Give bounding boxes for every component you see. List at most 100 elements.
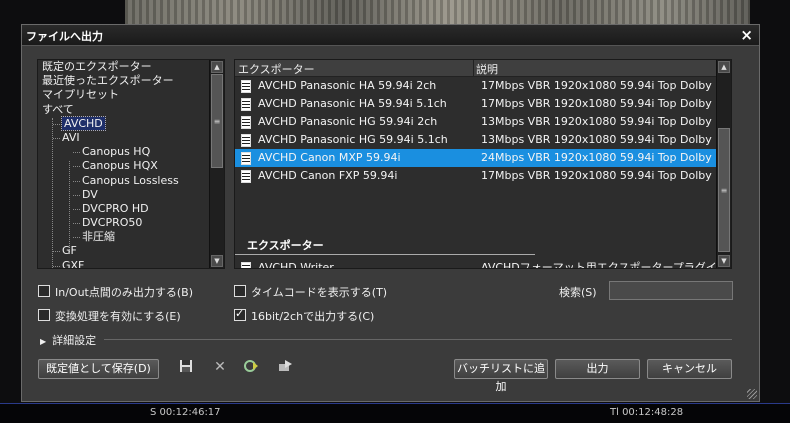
preset-row[interactable]: AVCHD Canon FXP 59.94i 17Mbps VBR 1920x10… (235, 167, 726, 185)
tree-item-label: AVCHD (61, 115, 106, 131)
export-button[interactable]: 出力 (555, 359, 640, 379)
list-scrollbar[interactable]: ▲ ≡ ▼ (716, 60, 731, 268)
preset-row[interactable]: AVCHD Canon MXP 59.94i 24Mbps VBR 1920x10… (235, 149, 726, 167)
tree-connector (53, 265, 60, 267)
delete-icon[interactable]: ✕ (212, 359, 228, 375)
tree-connector (73, 152, 80, 154)
checkbox-box[interactable] (38, 285, 50, 297)
preset-row[interactable]: AVCHD Panasonic HA 59.94i 5.1ch 17Mbps VB… (235, 95, 726, 113)
film-strip-icon (241, 170, 251, 183)
background-timeline-strip: S 00:12:46:17 Tl 00:12:48:28 (0, 403, 790, 423)
tree-item[interactable]: AVI (42, 131, 210, 145)
background-video-frame (125, 0, 750, 24)
tree-connector (73, 208, 80, 210)
preset-row[interactable]: AVCHD Panasonic HG 59.94i 5.1ch 13Mbps VB… (235, 131, 726, 149)
tree-items: 既定のエクスポーター 最近使ったエクスポーター マイプリセット すべて AVCHD AVI… (42, 60, 210, 268)
show-timecode-label: タイムコードを表示する(T) (251, 286, 388, 299)
save-as-default-button[interactable]: 既定値として保存(D) (38, 359, 159, 379)
background-timecode-right: Tl 00:12:48:28 (610, 407, 684, 418)
enable-conversion-checkbox[interactable]: 変換処理を有効にする(E) (38, 308, 181, 324)
export-preset-icon[interactable] (277, 359, 293, 375)
section-divider (235, 254, 535, 255)
checkbox-box[interactable] (38, 309, 50, 321)
scroll-up-icon[interactable]: ▲ (211, 61, 223, 73)
tree-connector (53, 251, 60, 253)
tree-item-label: 非圧縮 (82, 230, 115, 244)
exporter-name: AVCHD Writer (258, 261, 334, 269)
preset-name: AVCHD Canon FXP 59.94i (258, 169, 398, 182)
preset-name: AVCHD Panasonic HG 59.94i 5.1ch (258, 133, 448, 146)
scroll-down-icon[interactable]: ▼ (211, 255, 223, 267)
preset-description: 17Mbps VBR 1920x1080 59.94i Top Dolby ..… (481, 169, 726, 182)
tree-item[interactable]: GXF (42, 259, 210, 268)
close-icon[interactable]: × (740, 26, 753, 44)
background-timecode-left: S 00:12:46:17 (150, 407, 221, 418)
scroll-up-icon[interactable]: ▲ (718, 61, 730, 73)
exporter-section-title: エクスポーター (247, 239, 324, 252)
film-strip-icon (241, 80, 251, 93)
preset-description: 17Mbps VBR 1920x1080 59.94i Top Dolby ..… (481, 79, 726, 92)
tree-item[interactable]: 非圧縮 (42, 230, 210, 244)
tree-item-label: Canopus HQX (82, 159, 158, 173)
checkbox-box[interactable] (234, 285, 246, 297)
tree-item-label: Canopus Lossless (82, 173, 179, 187)
tree-item[interactable]: DVCPRO HD (42, 202, 210, 216)
preset-description: 17Mbps VBR 1920x1080 59.94i Top Dolby ..… (481, 97, 726, 110)
tree-item[interactable]: Canopus HQ (42, 145, 210, 159)
output-16bit-checkbox[interactable]: 16bit/2chで出力する(C) (234, 307, 374, 324)
preset-name: AVCHD Panasonic HG 59.94i 2ch (258, 115, 438, 128)
tree-connector (53, 137, 60, 139)
tree-item[interactable]: Canopus HQX (42, 159, 210, 173)
tree-item-label: GF (62, 244, 77, 258)
export-to-file-dialog: ファイルへ出力 × 既定のエクスポーター 最近使ったエクスポーター マイプリセットす… (21, 24, 760, 402)
import-preset-icon[interactable] (243, 359, 259, 375)
scroll-thumb[interactable]: ≡ (211, 74, 223, 168)
tree-item[interactable]: AVCHD (42, 115, 210, 131)
list-header: エクスポーター 説明 (235, 60, 717, 77)
exporter-category-tree[interactable]: 既定のエクスポーター 最近使ったエクスポーター マイプリセット すべて AVCHD AVI… (37, 59, 225, 269)
inout-only-checkbox[interactable]: In/Out点間のみ出力する(B) (38, 284, 193, 300)
cancel-button[interactable]: キャンセル (647, 359, 732, 379)
scroll-down-icon[interactable]: ▼ (718, 255, 730, 267)
detail-settings-toggle[interactable]: ▶ 詳細設定 (40, 332, 96, 348)
tree-item-label: DVCPRO HD (82, 201, 149, 215)
detail-divider (104, 339, 732, 340)
tree-item[interactable]: Canopus Lossless (42, 174, 210, 188)
enable-conversion-label: 変換処理を有効にする(E) (55, 310, 181, 323)
scroll-thumb[interactable]: ≡ (718, 128, 730, 252)
expand-triangle-icon[interactable]: ▶ (40, 337, 46, 346)
save-icon[interactable] (178, 359, 194, 375)
tree-connector (73, 237, 80, 239)
search-label: 検索(S) (559, 286, 597, 299)
preset-row[interactable]: AVCHD Panasonic HA 59.94i 2ch 17Mbps VBR … (235, 77, 726, 95)
checkbox-box-checked[interactable] (234, 307, 246, 321)
film-strip-icon (241, 134, 251, 147)
tree-item[interactable]: GF (42, 244, 210, 258)
dialog-titlebar[interactable]: ファイルへ出力 × (22, 25, 759, 46)
tree-item[interactable]: DVCPRO50 (42, 216, 210, 230)
tree-item[interactable]: 既定のエクスポーター (42, 60, 210, 74)
tree-connector (73, 180, 80, 182)
add-to-batch-list-button[interactable]: バッチリストに追加 (454, 359, 548, 393)
film-strip-icon (241, 98, 251, 111)
tree-item[interactable]: すべて (42, 103, 210, 117)
tree-item-label: マイプリセット (42, 88, 119, 102)
exporter-list[interactable]: エクスポーター 説明 AVCHD Panasonic HA 59.94i 2ch… (234, 59, 732, 269)
film-strip-icon (241, 152, 251, 165)
tree-item-label: 最近使ったエクスポーター (42, 74, 174, 88)
preset-description: 24Mbps VBR 1920x1080 59.94i Top Dolby ..… (481, 151, 726, 164)
tree-connector (53, 123, 60, 125)
tree-item[interactable]: DV (42, 188, 210, 202)
film-strip-icon (241, 116, 251, 129)
column-header-description[interactable]: 説明 (476, 61, 498, 77)
tree-item[interactable]: マイプリセット (42, 88, 210, 102)
column-header-exporter[interactable]: エクスポーター (238, 61, 315, 77)
resize-grip-icon[interactable] (747, 389, 757, 399)
tree-item[interactable]: 最近使ったエクスポーター (42, 74, 210, 88)
tree-scrollbar[interactable]: ▲ ≡ ▼ (209, 60, 224, 268)
tree-connector (73, 194, 80, 196)
exporter-row[interactable]: AVCHD Writer AVCHDフォーマット用エクスポータープラグイン (235, 259, 728, 269)
preset-row[interactable]: AVCHD Panasonic HG 59.94i 2ch 13Mbps VBR … (235, 113, 726, 131)
search-input[interactable] (609, 281, 733, 300)
show-timecode-checkbox[interactable]: タイムコードを表示する(T) (234, 284, 387, 300)
